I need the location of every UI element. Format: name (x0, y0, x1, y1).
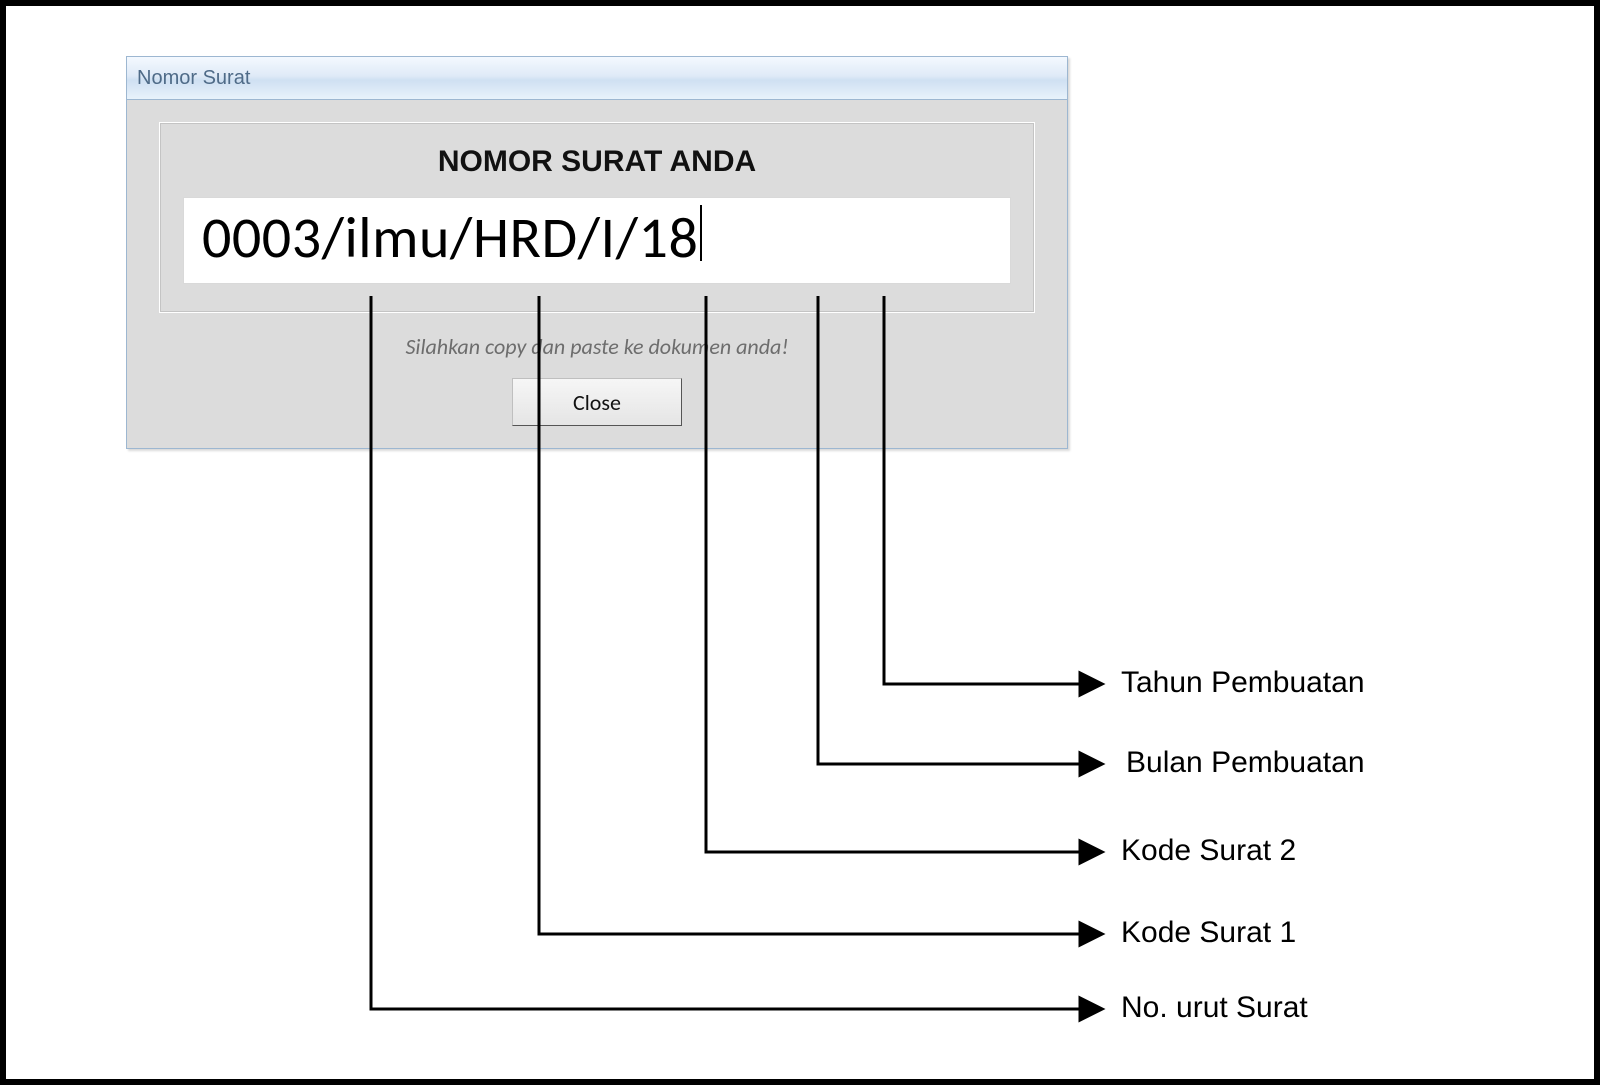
annotation-bulan: Bulan Pembuatan (1126, 746, 1365, 780)
hint-text: Silahkan copy dan paste ke dokumen anda! (127, 333, 1067, 360)
nomor-surat-dialog: Nomor Surat NOMOR SURAT ANDA 0003/ilmu/H… (126, 56, 1068, 449)
close-button[interactable]: Close (512, 378, 682, 426)
annotation-nourut: No. urut Surat (1121, 991, 1308, 1025)
diagram-page: Nomor Surat NOMOR SURAT ANDA 0003/ilmu/H… (0, 0, 1600, 1085)
group-box: NOMOR SURAT ANDA 0003/ilmu/HRD/I/18 (159, 122, 1035, 313)
dialog-title[interactable]: Nomor Surat (127, 57, 1067, 100)
reference-number-text: 0003/ilmu/HRD/I/18 (202, 202, 698, 273)
annotation-kode1: Kode Surat 1 (1121, 916, 1296, 950)
dialog-heading: NOMOR SURAT ANDA (178, 145, 1016, 179)
text-cursor (700, 205, 702, 261)
annotation-kode2: Kode Surat 2 (1121, 834, 1296, 868)
annotation-tahun: Tahun Pembuatan (1121, 666, 1365, 700)
reference-number-field[interactable]: 0003/ilmu/HRD/I/18 (183, 197, 1011, 284)
